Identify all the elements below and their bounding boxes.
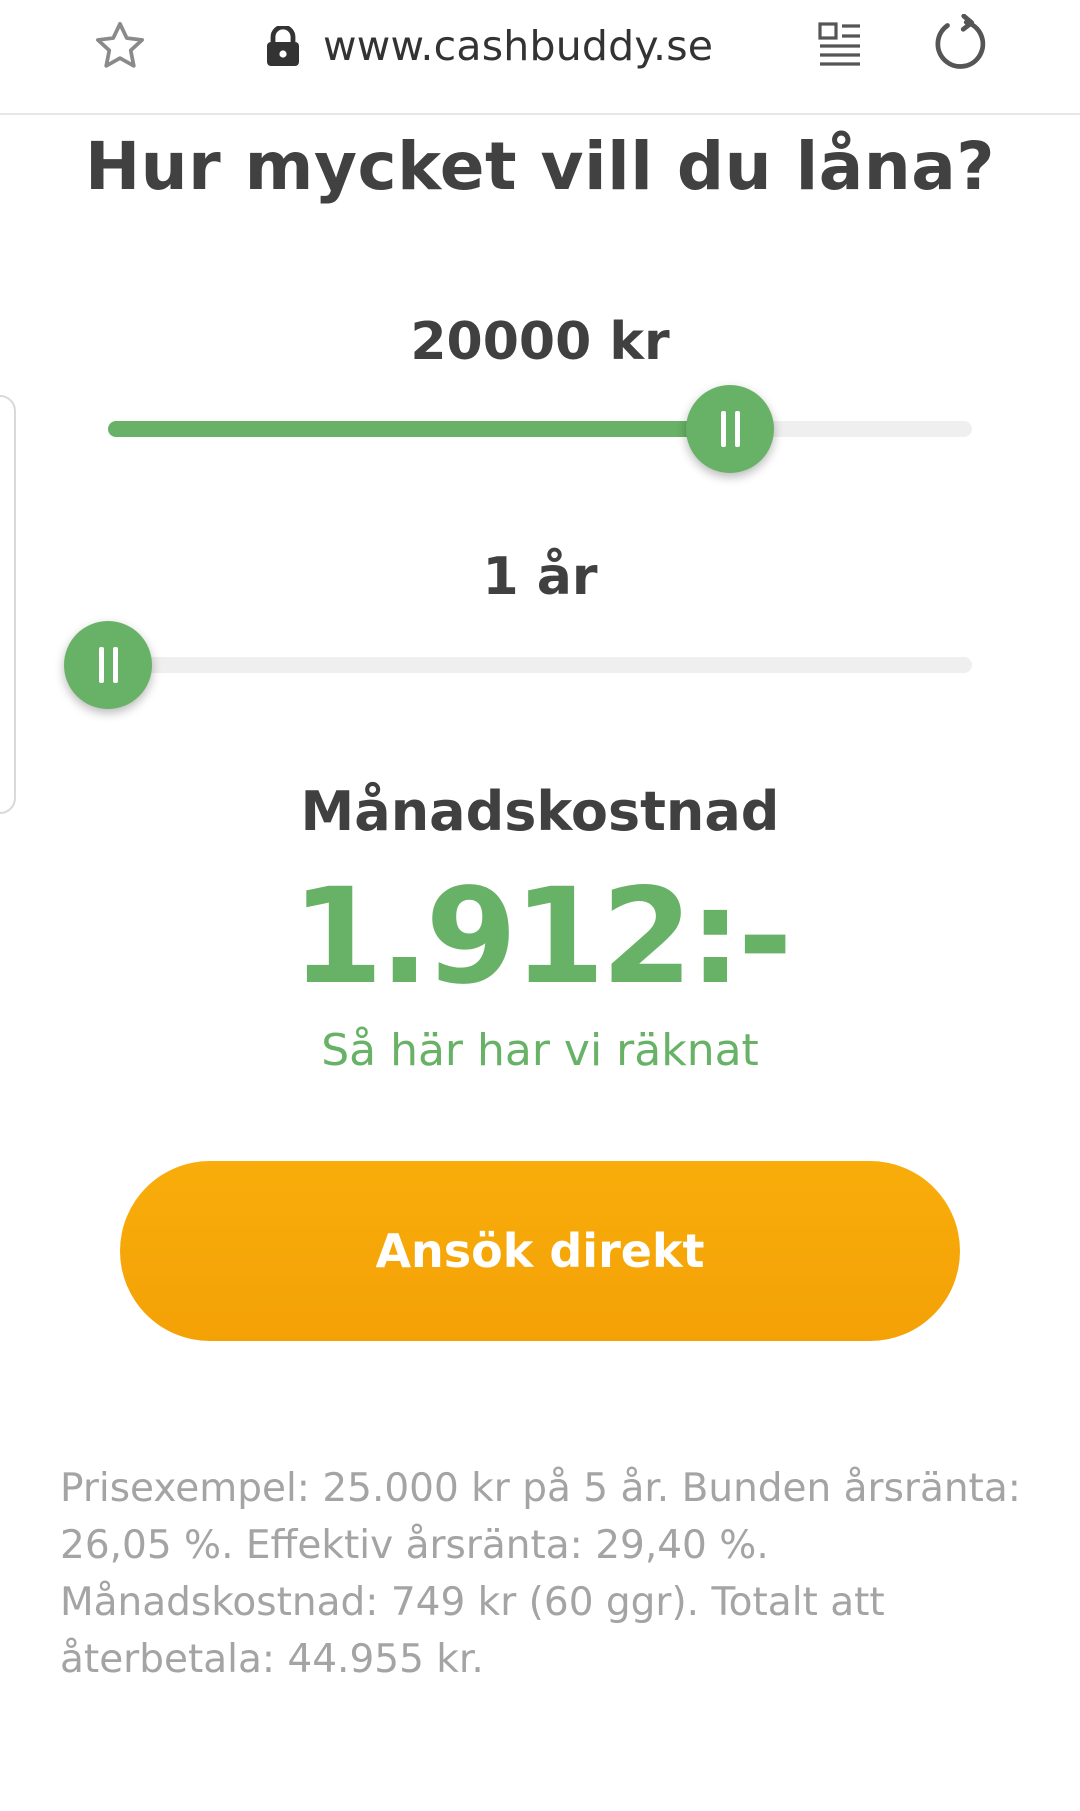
- page-title: Hur mycket vill du låna?: [84, 128, 996, 205]
- reader-icon[interactable]: [818, 22, 862, 66]
- grip-icon: [98, 647, 118, 683]
- calculation-link[interactable]: Så här har vi räknat: [0, 1025, 1080, 1076]
- lock-icon: [267, 26, 299, 66]
- price-example-text: Prisexempel: 25.000 kr på 5 år. Bunden å…: [60, 1466, 1021, 1682]
- url-text: www.cashbuddy.se: [323, 22, 714, 70]
- amount-slider[interactable]: [108, 385, 972, 473]
- term-value: 1 år: [482, 547, 598, 607]
- monthly-cost-value: 1.912:-: [291, 860, 792, 1014]
- amount-value: 20000 kr: [410, 312, 670, 372]
- star-icon[interactable]: [92, 18, 148, 74]
- reload-icon[interactable]: [930, 14, 990, 74]
- browser-toolbar: www.cashbuddy.se: [0, 0, 1080, 115]
- monthly-cost-label: Månadskostnad: [300, 780, 780, 843]
- term-slider-thumb[interactable]: [64, 621, 152, 709]
- term-slider[interactable]: [64, 621, 972, 709]
- address-bar[interactable]: www.cashbuddy.se: [265, 18, 713, 74]
- grip-icon: [720, 411, 740, 447]
- apply-button[interactable]: Ansök direkt: [120, 1161, 960, 1341]
- amount-slider-fill: [108, 421, 731, 437]
- amount-slider-thumb[interactable]: [686, 385, 775, 473]
